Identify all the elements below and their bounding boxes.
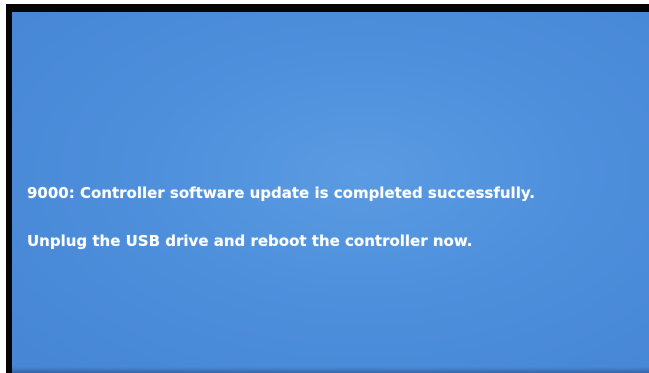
update-status-message: 9000: Controller software update is comp… (27, 184, 535, 202)
screen-edge-shade (12, 367, 649, 373)
reboot-instruction-message: Unplug the USB drive and reboot the cont… (27, 232, 473, 250)
controller-screen: 9000: Controller software update is comp… (12, 12, 649, 373)
